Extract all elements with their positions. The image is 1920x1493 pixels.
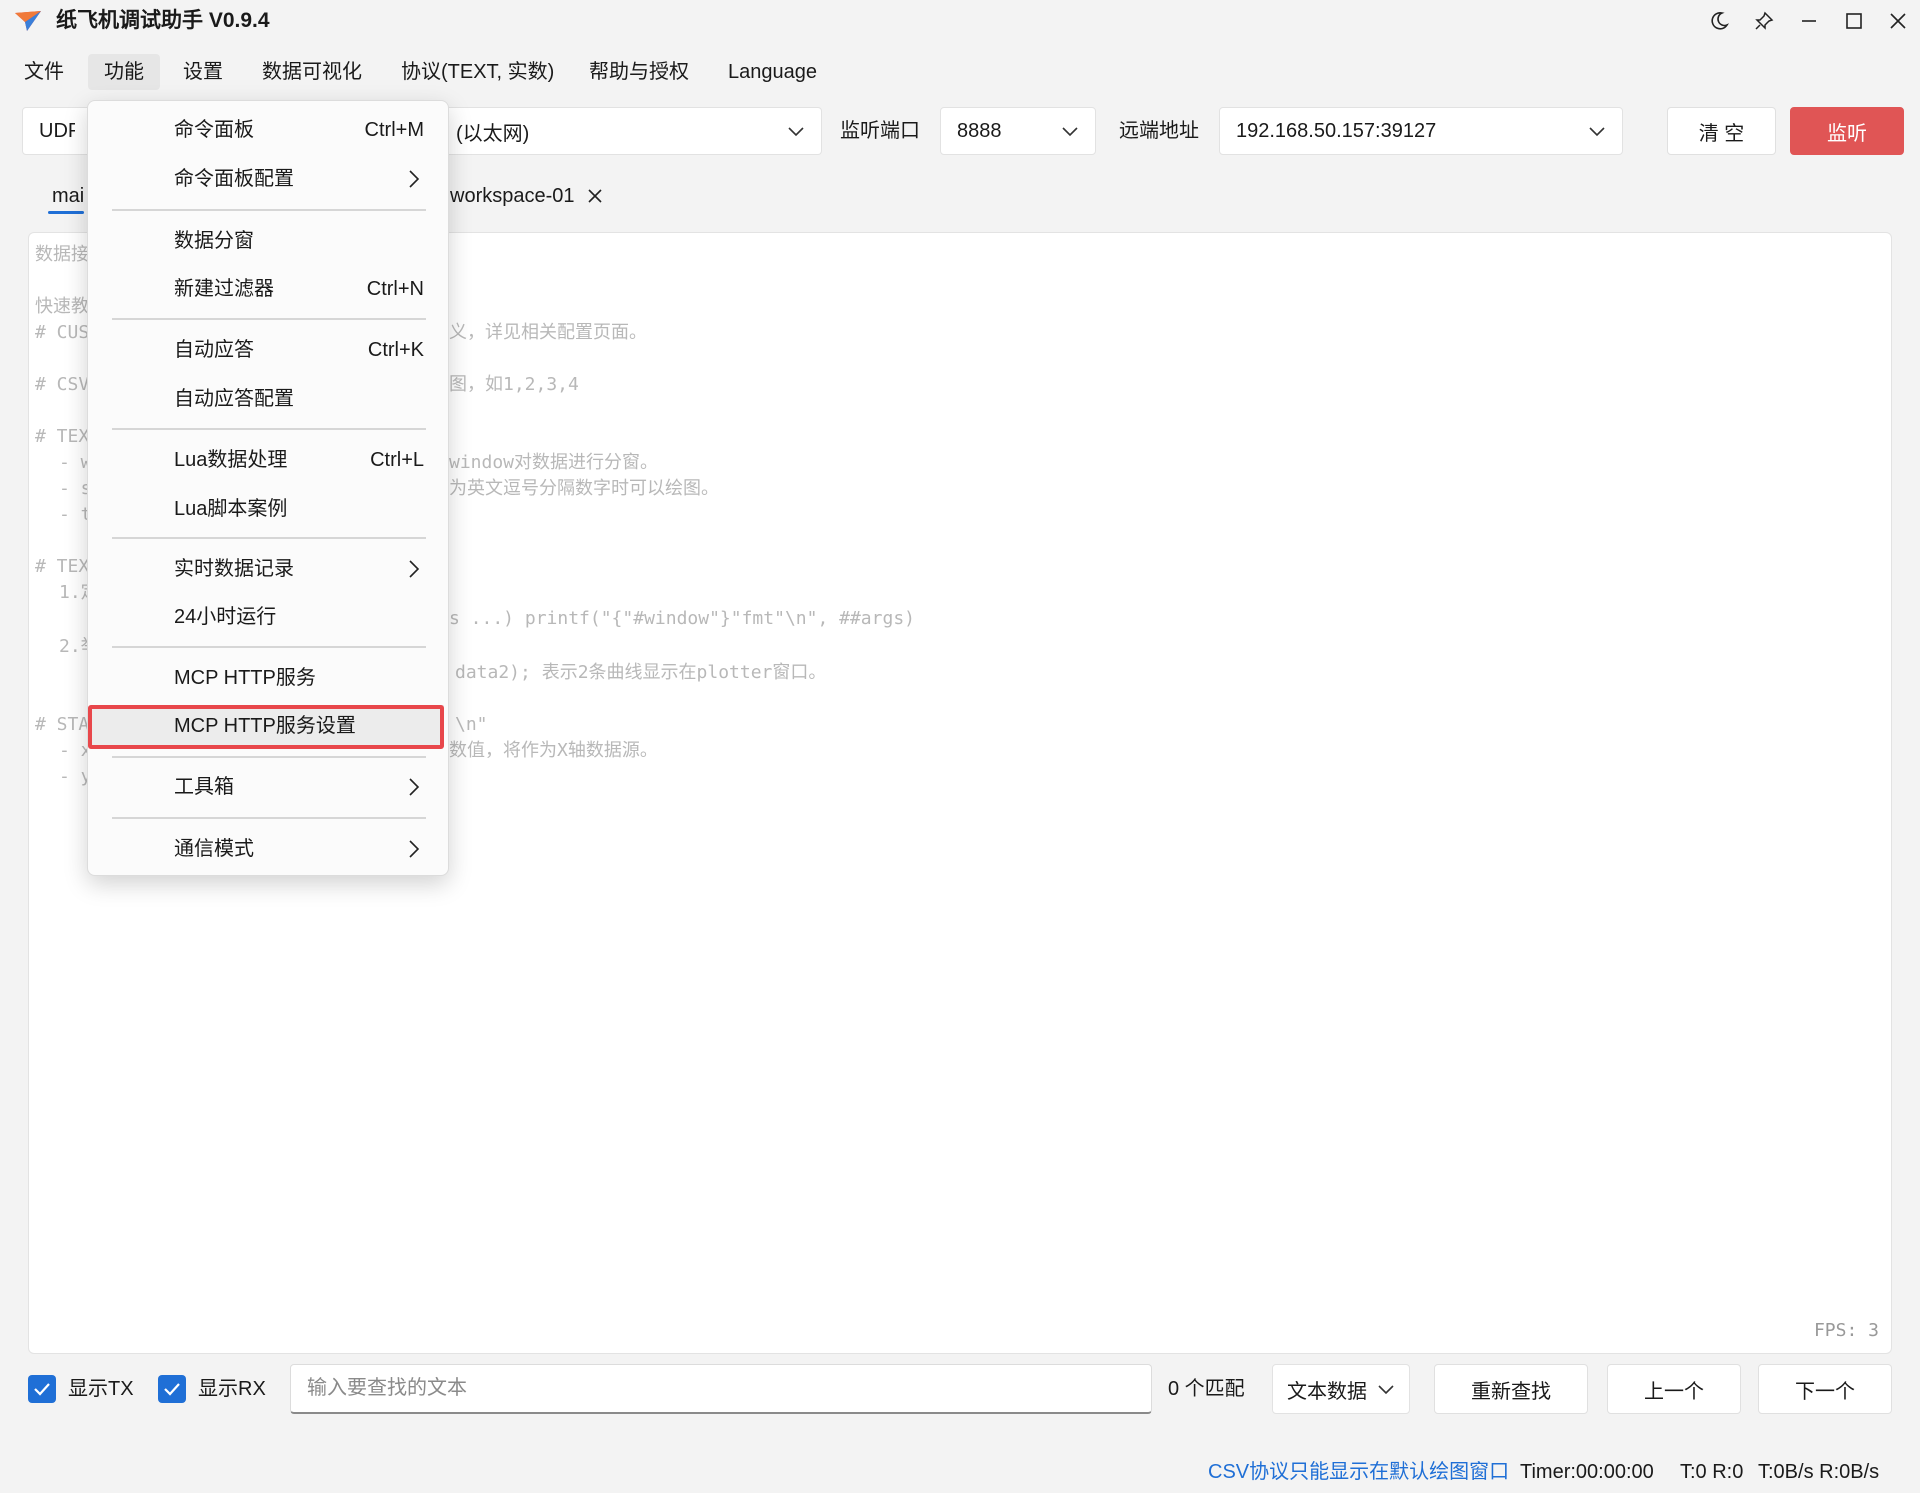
tab-workspace-01[interactable]: workspace-01 (450, 180, 603, 212)
ghost-text: 义，详见相关配置页面。 (449, 322, 647, 343)
menu-visualization[interactable]: 数据可视化 (246, 54, 378, 90)
search-input[interactable] (290, 1364, 1152, 1414)
chevron-down-icon (1062, 127, 1078, 137)
ghost-text: 数据接 (35, 244, 89, 265)
chevron-right-icon (409, 840, 420, 858)
show-tx-label: 显示TX (68, 1378, 134, 1400)
app-title: 纸飞机调试助手 V0.9.4 (56, 9, 270, 32)
menu-separator (112, 817, 426, 819)
shortcut-label: Ctrl+M (364, 119, 424, 141)
menu-item-auto-reply-config[interactable]: 自动应答配置 (174, 385, 294, 413)
menu-help[interactable]: 帮助与授权 (573, 54, 705, 90)
shortcut-label: Ctrl+L (370, 449, 424, 471)
title-bar: 纸飞机调试助手 V0.9.4 (0, 0, 1920, 42)
status-hint: CSV协议只能显示在默认绘图窗口 (1208, 1461, 1510, 1483)
menu-separator (112, 537, 426, 539)
menu-item-toolbox[interactable]: 工具箱 (174, 773, 234, 801)
remote-address-select[interactable]: 192.168.50.157:39127 (1219, 107, 1623, 155)
menu-item-lua-examples[interactable]: Lua脚本案例 (174, 495, 287, 523)
menu-item-mcp-http-service[interactable]: MCP HTTP服务 (174, 664, 316, 692)
menu-item-realtime-record[interactable]: 实时数据记录 (174, 555, 294, 583)
ghost-text: window对数据进行分窗。 (449, 452, 659, 473)
menu-separator (112, 209, 426, 211)
menu-item-data-window[interactable]: 数据分窗 (174, 227, 254, 255)
chevron-right-icon (409, 778, 420, 796)
chevron-down-icon (1378, 1385, 1394, 1395)
pin-icon (1755, 11, 1774, 30)
maximize-button[interactable] (1834, 4, 1874, 38)
ghost-text: # STA (35, 714, 90, 735)
moon-icon (1711, 12, 1729, 30)
menu-item-new-filter[interactable]: 新建过滤器 (174, 275, 274, 303)
show-rx-label: 显示RX (198, 1378, 266, 1400)
menu-separator (112, 646, 426, 648)
checkmark-icon (34, 1383, 50, 1396)
menu-function[interactable]: 功能 (88, 54, 160, 90)
minimize-button[interactable] (1789, 4, 1829, 38)
highlight-annotation-box (88, 705, 444, 749)
ghost-text: 图，如1,2,3,4 (449, 374, 579, 395)
previous-match-button[interactable]: 上一个 (1607, 1364, 1741, 1414)
paper-plane-icon (15, 11, 41, 31)
status-counts: T:0 R:0 (1680, 1461, 1744, 1483)
show-tx-checkbox[interactable] (28, 1375, 56, 1403)
function-menu-dropdown: 命令面板 Ctrl+M 命令面板配置 数据分窗 新建过滤器 Ctrl+N 自动应… (87, 100, 449, 876)
shortcut-label: Ctrl+K (367, 339, 424, 361)
shortcut-label: Ctrl+N (366, 278, 424, 300)
listen-port-label: 监听端口 (840, 120, 920, 142)
menu-separator (112, 428, 426, 430)
menu-item-command-panel[interactable]: 命令面板 (174, 116, 254, 144)
remote-address-label: 远端地址 (1119, 120, 1199, 142)
show-rx-checkbox[interactable] (158, 1375, 186, 1403)
ghost-text: # TEX (35, 426, 90, 447)
active-tab-indicator (48, 211, 84, 214)
listen-button[interactable]: 监听 (1790, 107, 1904, 155)
protocol-select[interactable]: UDP (22, 107, 92, 155)
next-match-button[interactable]: 下一个 (1758, 1364, 1892, 1414)
ghost-text: # TEX (35, 556, 90, 577)
chevron-down-icon (1589, 127, 1605, 137)
menu-item-command-panel-config[interactable]: 命令面板配置 (174, 165, 294, 193)
fps-indicator: FPS: 3 (1813, 1320, 1879, 1341)
interface-select[interactable]: (以太网) (440, 107, 822, 155)
menu-item-comm-mode[interactable]: 通信模式 (174, 835, 254, 863)
ghost-text: data2); 表示2条曲线显示在plotter窗口。 (455, 662, 827, 683)
ghost-text: s ...) printf("{"#window"}"fmt"\n", ##ar… (449, 608, 915, 629)
match-count: 0 个匹配 (1168, 1378, 1245, 1400)
chevron-right-icon (409, 170, 420, 188)
ghost-text: 数值，将作为X轴数据源。 (449, 740, 658, 761)
menu-separator (112, 318, 426, 320)
maximize-icon (1846, 13, 1862, 29)
close-window-button[interactable] (1878, 4, 1918, 38)
clear-button[interactable]: 清 空 (1667, 107, 1776, 155)
ghost-text: # CUS (35, 322, 90, 343)
minimize-icon (1802, 20, 1816, 22)
ghost-text: 快速教 (35, 296, 89, 317)
menu-protocol[interactable]: 协议(TEXT, 实数) (385, 54, 570, 90)
chevron-down-icon (788, 127, 804, 137)
menu-item-auto-reply[interactable]: 自动应答 (174, 336, 254, 364)
ghost-text: # CSV (35, 374, 90, 395)
status-timer: Timer:00:00:00 (1520, 1461, 1654, 1483)
tab-main[interactable]: mai (40, 180, 84, 212)
chevron-right-icon (409, 560, 420, 578)
menu-item-lua-processing[interactable]: Lua数据处理 (174, 446, 287, 474)
menu-settings[interactable]: 设置 (167, 54, 239, 90)
status-rates: T:0B/s R:0B/s (1758, 1461, 1880, 1483)
ghost-text: \n" (455, 714, 488, 735)
pin-button[interactable] (1744, 4, 1784, 38)
menu-file[interactable]: 文件 (8, 54, 80, 90)
menu-item-24h-run[interactable]: 24小时运行 (174, 603, 276, 631)
close-icon (1890, 13, 1906, 29)
data-type-select[interactable]: 文本数据 (1272, 1364, 1410, 1414)
theme-toggle-button[interactable] (1699, 4, 1739, 38)
refind-button[interactable]: 重新查找 (1434, 1364, 1588, 1414)
close-tab-icon[interactable] (587, 188, 603, 204)
ghost-text: 为英文逗号分隔数字时可以绘图。 (449, 478, 719, 499)
menu-separator (112, 756, 426, 758)
listen-port-select[interactable]: 8888 (940, 107, 1096, 155)
menu-language[interactable]: Language (712, 54, 833, 90)
checkmark-icon (164, 1383, 180, 1396)
